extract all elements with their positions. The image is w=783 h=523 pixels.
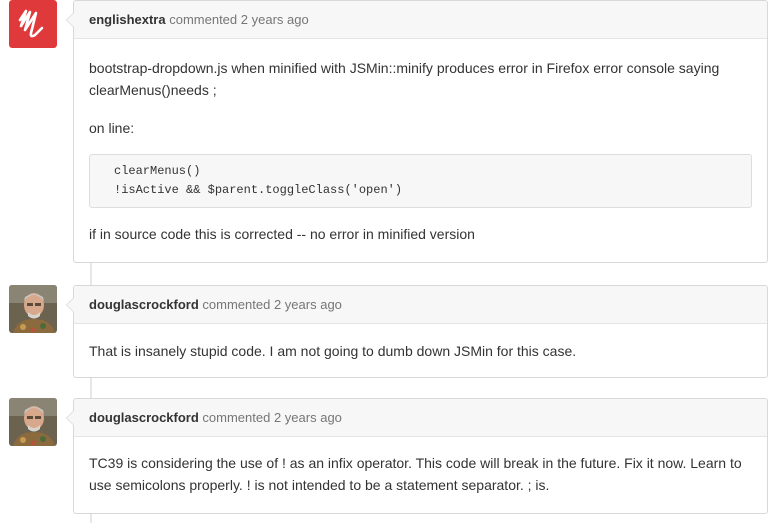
comment-card: douglascrockford commented 2 years ago T… — [66, 398, 768, 514]
comment-paragraph: TC39 is considering the use of ! as an i… — [89, 455, 742, 493]
comment-body: That is insanely stupid code. I am not g… — [74, 340, 767, 362]
comment-timestamp[interactable]: 2 years ago — [274, 410, 342, 425]
comment-author-link[interactable]: englishextra — [89, 12, 166, 27]
comment-card: douglascrockford commented 2 years ago T… — [66, 285, 768, 378]
comment-author-link[interactable]: douglascrockford — [89, 297, 199, 312]
comment-paragraph: That is insanely stupid code. I am not g… — [89, 343, 577, 359]
user-photo-avatar-icon — [9, 285, 57, 333]
comment-timestamp[interactable]: 2 years ago — [241, 12, 309, 27]
comment-timestamp[interactable]: 2 years ago — [274, 297, 342, 312]
comment-action: commented — [202, 297, 271, 312]
comment-author-link[interactable]: douglascrockford — [89, 410, 199, 425]
user-avatar[interactable] — [9, 285, 57, 333]
comment-header: englishextra commented 2 years ago — [74, 1, 767, 39]
user-avatar[interactable] — [9, 0, 57, 48]
code-line: clearMenus() — [114, 164, 201, 178]
comment-action: commented — [169, 12, 238, 27]
comment-paragraph: on line: — [89, 120, 135, 136]
timeline-line — [90, 377, 92, 399]
user-photo-avatar-icon — [9, 398, 57, 446]
comment-action: commented — [202, 410, 271, 425]
comment-body: TC39 is considering the use of ! as an i… — [74, 452, 767, 496]
code-block: clearMenus() !isActive && $parent.toggleC… — [89, 154, 752, 208]
comment-paragraph: if in source code this is corrected -- n… — [89, 226, 475, 242]
red-logo-avatar-icon — [9, 0, 57, 48]
timeline-line — [90, 513, 92, 523]
comment-header: douglascrockford commented 2 years ago — [74, 399, 767, 437]
comment-body: bootstrap-dropdown.js when minified with… — [74, 57, 767, 245]
code-line: !isActive && $parent.toggleClass('open') — [114, 183, 403, 197]
user-avatar[interactable] — [9, 398, 57, 446]
comment-card: englishextra commented 2 years ago boots… — [66, 0, 768, 263]
timeline-line — [90, 262, 92, 286]
comment-paragraph: bootstrap-dropdown.js when minified with… — [89, 60, 720, 98]
comment-header: douglascrockford commented 2 years ago — [74, 286, 767, 324]
